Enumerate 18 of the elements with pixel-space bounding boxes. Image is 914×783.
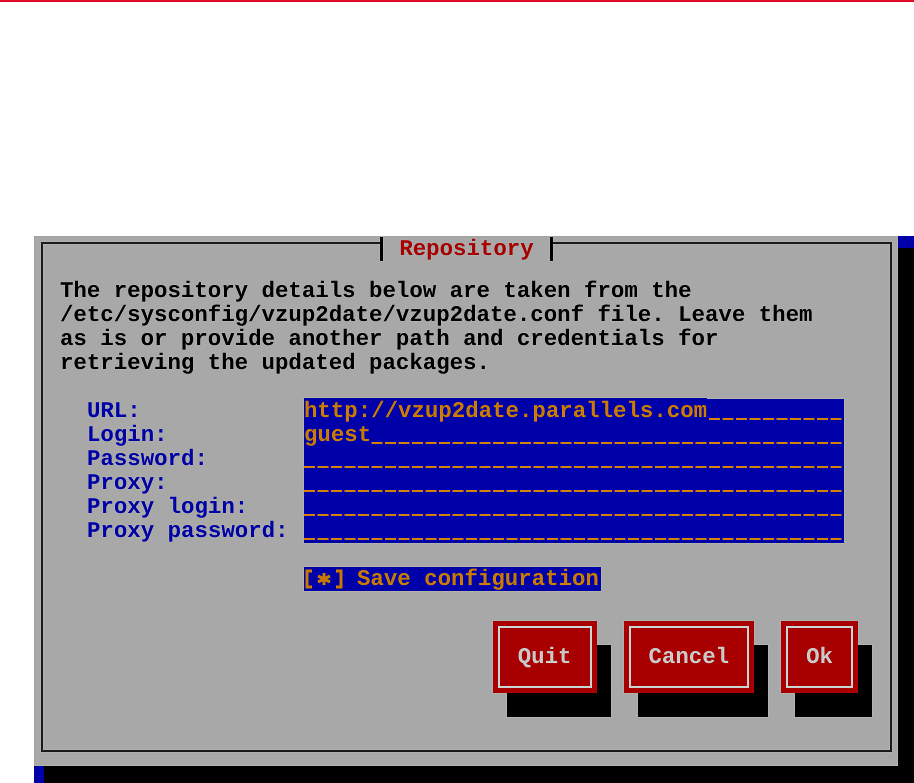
dialog-title: Repository bbox=[380, 237, 553, 261]
input-field[interactable]: guest bbox=[304, 423, 844, 447]
input-field[interactable] bbox=[304, 495, 844, 519]
description-text: The repository details below are taken from the /etc/sysconfig/vzup2date/vzup2date.conf file. Leave them as is or provide another path and credentials for retrieving the updated packages. bbox=[60, 279, 814, 375]
dialog-button[interactable]: Ok bbox=[781, 621, 858, 693]
checkbox[interactable] bbox=[304, 567, 344, 591]
field-label: Login: bbox=[87, 423, 169, 447]
field-label: URL: bbox=[87, 399, 142, 423]
field-label: Proxy login: bbox=[87, 495, 250, 519]
input-field[interactable] bbox=[304, 519, 844, 543]
dialog-button[interactable]: Cancel bbox=[624, 621, 754, 693]
input-field[interactable]: http://vzup2date.parallels.com bbox=[304, 399, 844, 423]
field-label: Proxy password: bbox=[87, 519, 290, 543]
field-label: Password: bbox=[87, 447, 209, 471]
field-label: Proxy: bbox=[87, 471, 169, 495]
dialog-button[interactable]: Quit bbox=[492, 621, 596, 693]
input-field[interactable] bbox=[304, 471, 844, 495]
input-field[interactable] bbox=[304, 447, 844, 471]
